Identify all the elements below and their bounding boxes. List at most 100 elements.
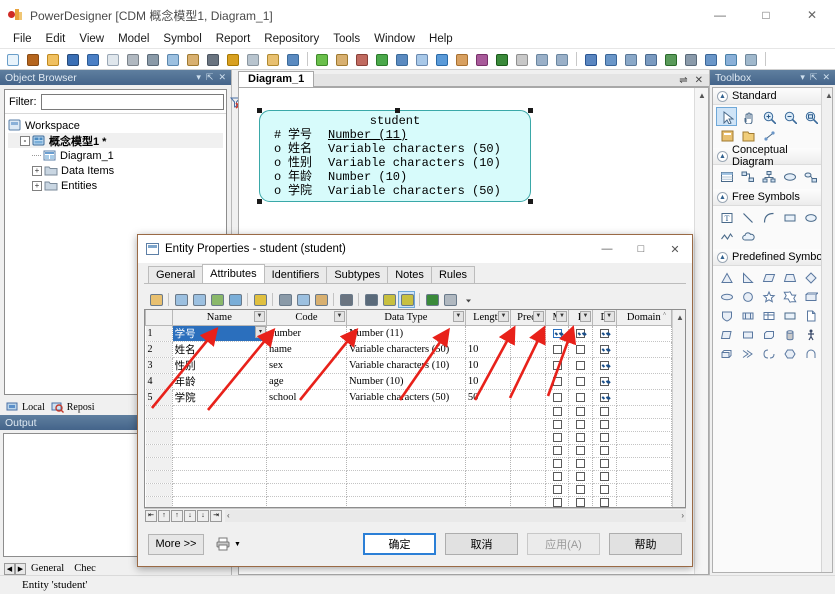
- zoom-in-icon[interactable]: [758, 107, 779, 126]
- chevron-up-icon[interactable]: ▲: [717, 192, 728, 203]
- attribute-name-cell[interactable]: 学院: [172, 389, 266, 405]
- attribute-length-cell[interactable]: 50: [465, 389, 510, 405]
- arc-icon[interactable]: [758, 208, 779, 227]
- dialog-tab-subtypes[interactable]: Subtypes: [326, 266, 388, 283]
- empty-cell[interactable]: [266, 418, 346, 431]
- print-icon[interactable]: [441, 291, 458, 308]
- checkbox[interactable]: [553, 393, 562, 402]
- attribute-name-cell[interactable]: 学号▾: [172, 325, 266, 341]
- attribute-domain-cell[interactable]: [616, 325, 671, 341]
- tree-node-1[interactable]: -概念模型1 *: [8, 133, 223, 148]
- tape-icon[interactable]: [716, 325, 737, 344]
- checkbox[interactable]: [576, 329, 585, 338]
- view-grid-icon[interactable]: [641, 50, 660, 68]
- dialog-minimize-button[interactable]: —: [590, 235, 624, 263]
- pan-hand-icon[interactable]: [737, 107, 758, 126]
- empty-cell[interactable]: [465, 483, 510, 496]
- comment-icon[interactable]: [721, 50, 740, 68]
- output-tab-prev[interactable]: ◀: [4, 563, 15, 575]
- box-icon[interactable]: [737, 325, 758, 344]
- menu-report[interactable]: Report: [209, 30, 258, 49]
- attribute-mandatory-cell[interactable]: [545, 389, 569, 405]
- text-icon[interactable]: T: [716, 208, 737, 227]
- cancel-button[interactable]: 取消: [445, 533, 518, 555]
- checkbox[interactable]: [600, 420, 609, 429]
- document-tab-diagram1[interactable]: Diagram_1: [238, 71, 314, 87]
- table-row-empty[interactable]: [146, 470, 672, 483]
- checkbox[interactable]: [600, 393, 609, 402]
- attribute-datatype-cell[interactable]: Number (11): [346, 325, 465, 341]
- empty-cell[interactable]: [616, 496, 671, 507]
- resize-handle-sw[interactable]: [257, 199, 262, 204]
- check-model-icon[interactable]: [283, 50, 302, 68]
- resize-handle-nw[interactable]: [257, 108, 262, 113]
- pin-icon[interactable]: ⇱: [206, 72, 214, 83]
- checkbox[interactable]: [576, 498, 585, 507]
- empty-checkbox-cell[interactable]: [545, 431, 569, 444]
- validate-icon[interactable]: [392, 50, 411, 68]
- attribute-precision-cell[interactable]: [511, 389, 546, 405]
- empty-cell[interactable]: [172, 444, 266, 457]
- attribute-code-cell[interactable]: school: [266, 389, 346, 405]
- table-row-empty[interactable]: [146, 457, 672, 470]
- checkbox[interactable]: [576, 407, 585, 416]
- empty-checkbox-cell[interactable]: [569, 444, 593, 457]
- tree-expander[interactable]: +: [32, 166, 42, 176]
- checkbox[interactable]: [576, 433, 585, 442]
- checkbox[interactable]: [600, 329, 609, 338]
- column-filter-dropdown-icon[interactable]: ▼: [604, 311, 615, 322]
- next-icon[interactable]: [552, 50, 571, 68]
- empty-checkbox-cell[interactable]: [569, 496, 593, 507]
- right-triangle-icon[interactable]: [737, 268, 758, 287]
- save-icon[interactable]: [63, 50, 82, 68]
- empty-checkbox-cell[interactable]: [569, 470, 593, 483]
- empty-checkbox-cell[interactable]: [569, 483, 593, 496]
- empty-cell[interactable]: [346, 470, 465, 483]
- toolbox-group-conceptual-diagram[interactable]: ▲Conceptual Diagram: [713, 148, 832, 165]
- open-icon[interactable]: [43, 50, 62, 68]
- attribute-datatype-cell[interactable]: Variable characters (10): [346, 357, 465, 373]
- attribute-displayed-cell[interactable]: [593, 373, 617, 389]
- checkbox[interactable]: [553, 329, 562, 338]
- table-row[interactable]: 4年龄ageNumber (10)10: [146, 373, 672, 389]
- checkbox[interactable]: [553, 433, 562, 442]
- empty-cell[interactable]: [172, 431, 266, 444]
- dialog-print-group[interactable]: ▼: [216, 537, 241, 551]
- attribute-precision-cell[interactable]: [511, 325, 546, 341]
- checkbox[interactable]: [576, 459, 585, 468]
- table-row-empty[interactable]: [146, 431, 672, 444]
- chevron-up-icon[interactable]: ▲: [717, 151, 728, 162]
- association-link-icon[interactable]: [800, 167, 821, 186]
- empty-cell[interactable]: [346, 405, 465, 418]
- empty-cell[interactable]: [616, 418, 671, 431]
- pointer-icon[interactable]: [716, 107, 737, 126]
- entity-symbol-student[interactable]: student #学号Number (11)o姓名Variable charac…: [259, 110, 531, 202]
- empty-cell[interactable]: [511, 483, 546, 496]
- menu-repository[interactable]: Repository: [257, 30, 326, 49]
- rect-tool-icon[interactable]: [412, 50, 431, 68]
- tree-node-dataitems[interactable]: +Data Items: [8, 163, 223, 178]
- empty-cell[interactable]: [465, 457, 510, 470]
- empty-checkbox-cell[interactable]: [593, 483, 617, 496]
- print-dropdown-icon[interactable]: ▼: [234, 541, 241, 548]
- grid-down-button[interactable]: ↓: [184, 510, 196, 522]
- toolbox-close-icon[interactable]: ✕: [822, 72, 830, 83]
- export-icon[interactable]: [352, 50, 371, 68]
- grid-scroll-up-icon[interactable]: ▲: [673, 310, 686, 324]
- column-filter-dropdown-icon[interactable]: ▼: [498, 311, 509, 322]
- table-row[interactable]: 2姓名nameVariable characters (50)10: [146, 341, 672, 357]
- checkbox[interactable]: [576, 361, 585, 370]
- filter-icon[interactable]: [380, 291, 397, 308]
- properties-icon[interactable]: [716, 126, 737, 145]
- empty-checkbox-cell[interactable]: [545, 405, 569, 418]
- empty-cell[interactable]: [465, 405, 510, 418]
- delete-icon[interactable]: [337, 291, 354, 308]
- menu-edit[interactable]: Edit: [39, 30, 73, 49]
- trapezoid-icon[interactable]: [779, 268, 800, 287]
- cloud-icon[interactable]: [737, 227, 758, 246]
- attribute-primary-cell[interactable]: [569, 373, 593, 389]
- output-tab-next[interactable]: ▶: [15, 563, 26, 575]
- empty-cell[interactable]: [172, 470, 266, 483]
- duplicate-icon[interactable]: [226, 291, 243, 308]
- open-recent-icon[interactable]: [23, 50, 42, 68]
